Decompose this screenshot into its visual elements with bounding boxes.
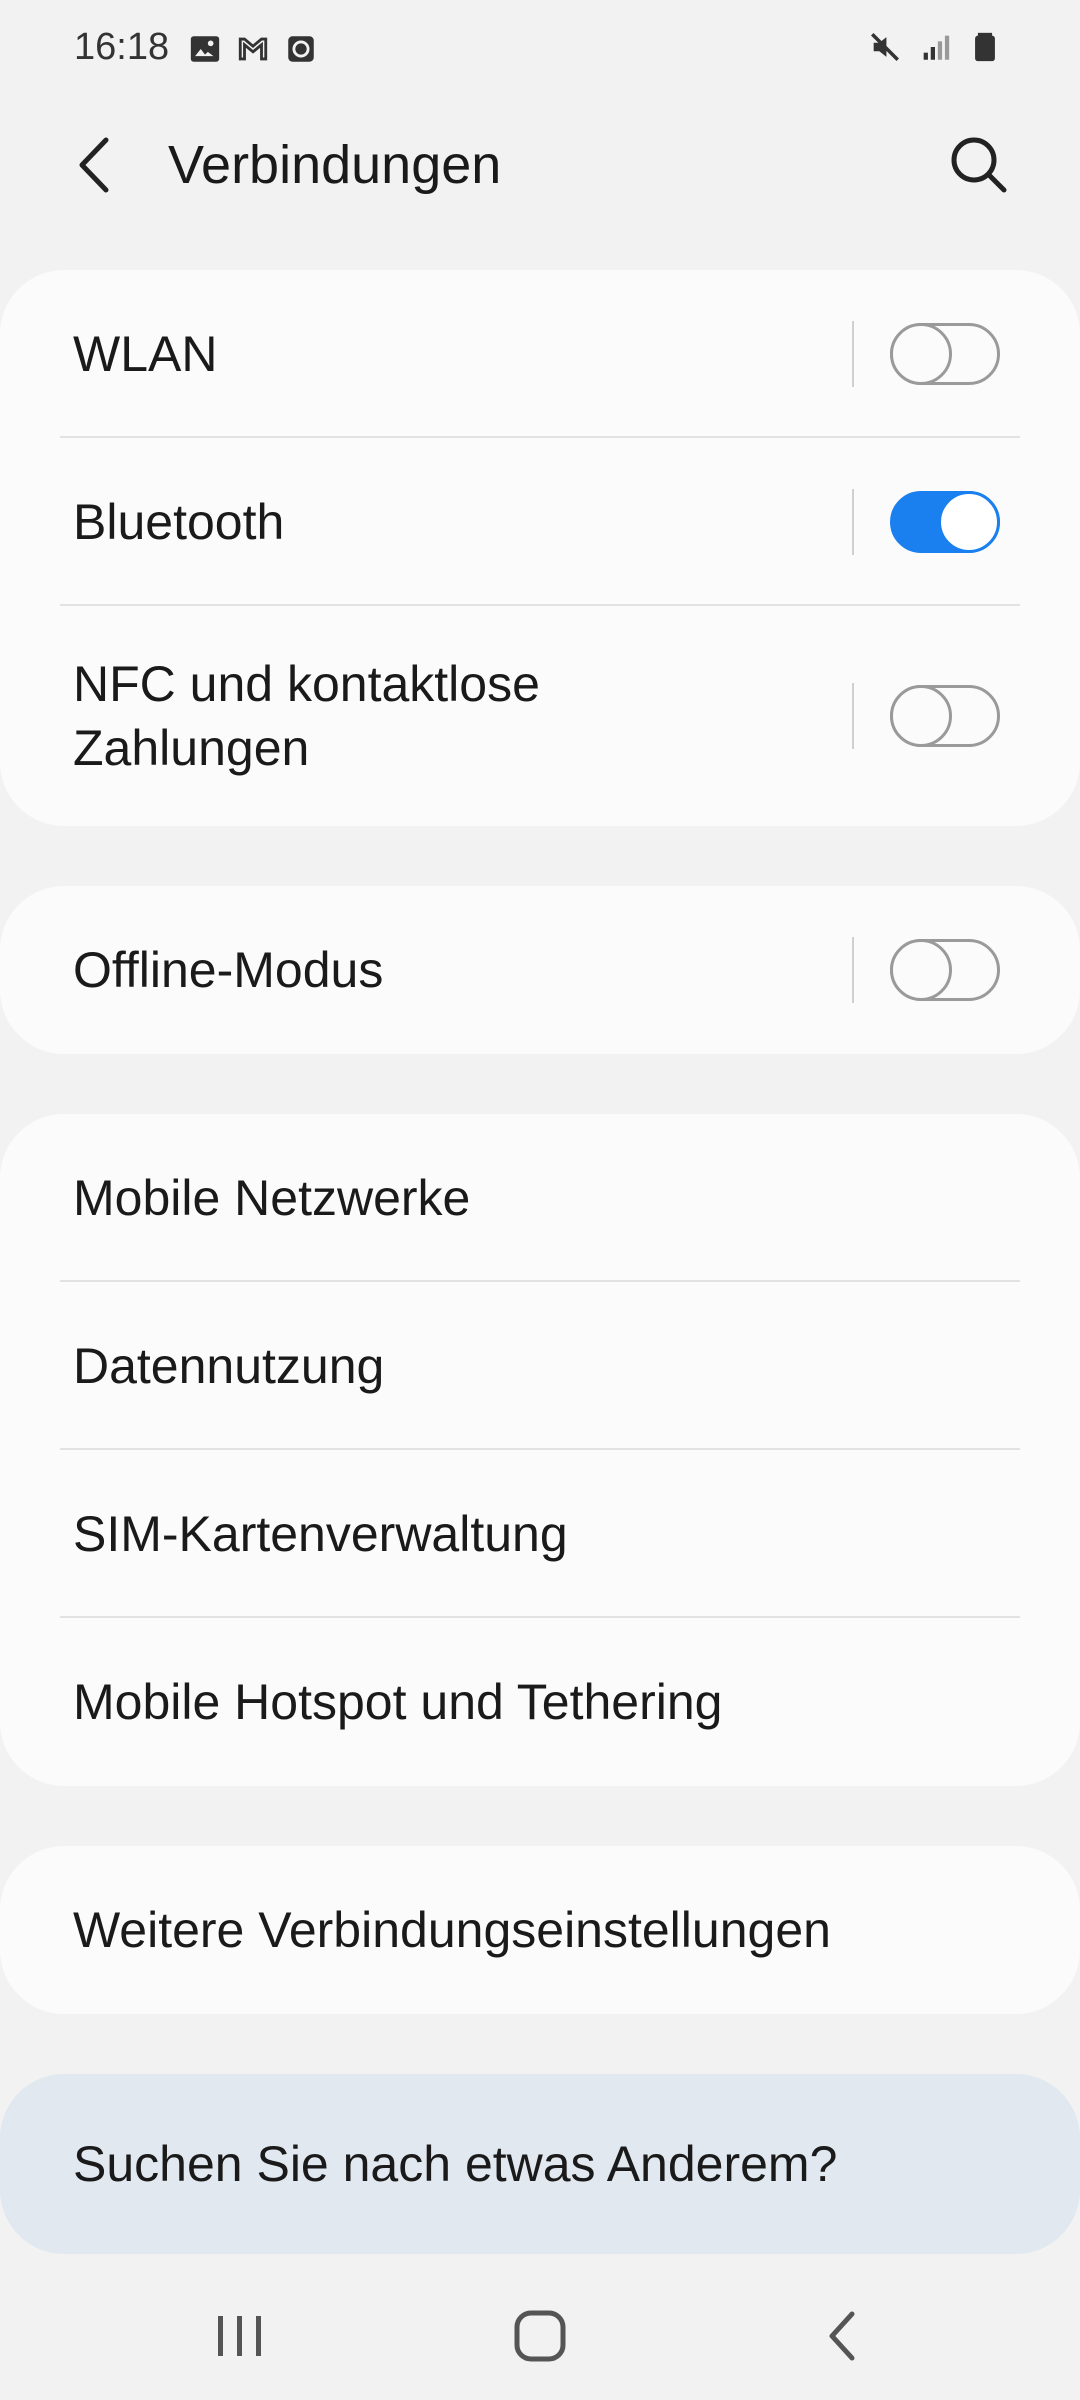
toggle-knob <box>890 685 952 747</box>
sim-manager-label: SIM-Kartenverwaltung <box>73 1506 568 1562</box>
suggestion-row[interactable]: Suchen Sie nach etwas Anderem? <box>0 2074 1080 2254</box>
back-button[interactable] <box>66 130 126 200</box>
search-button[interactable] <box>944 130 1014 200</box>
mobile-networks-label: Mobile Netzwerke <box>73 1170 471 1226</box>
more-settings-card: Weitere Verbindungseinstellungen <box>0 1846 1080 2014</box>
bluetooth-label: Bluetooth <box>73 494 285 550</box>
offline-mode-label: Offline-Modus <box>73 942 384 998</box>
battery-icon <box>975 32 995 62</box>
gallery-icon <box>190 36 220 62</box>
hotspot-tethering-row[interactable]: Mobile Hotspot und Tethering <box>0 1618 1080 1786</box>
more-connection-settings-row[interactable]: Weitere Verbindungseinstellungen <box>0 1846 1080 2014</box>
more-connection-settings-label: Weitere Verbindungseinstellungen <box>73 1902 831 1958</box>
toggle-knob <box>890 939 952 1001</box>
nav-back-icon <box>829 2311 855 2361</box>
nfc-toggle[interactable] <box>890 685 1000 747</box>
row-separator <box>852 489 854 555</box>
toggle-knob <box>938 491 1000 553</box>
offline-mode-toggle[interactable] <box>890 939 1000 1001</box>
row-separator <box>852 937 854 1003</box>
offline-card: Offline-Modus <box>0 886 1080 1054</box>
nfc-label: NFC und kontaktlose Zahlungen <box>73 656 540 776</box>
hotspot-tethering-label: Mobile Hotspot und Tethering <box>73 1674 723 1730</box>
recents-button[interactable] <box>200 2296 280 2376</box>
gmail-icon <box>238 37 268 61</box>
data-usage-label: Datennutzung <box>73 1338 385 1394</box>
mute-icon <box>870 32 900 62</box>
network-card: Mobile Netzwerke Datennutzung SIM-Karten… <box>0 1114 1080 1786</box>
suggestion-label: Suchen Sie nach etwas Anderem? <box>73 2136 838 2192</box>
status-bar: 16:18 <box>0 0 1080 100</box>
status-time: 16:18 <box>74 26 170 68</box>
home-button[interactable] <box>500 2296 580 2376</box>
mobile-networks-row[interactable]: Mobile Netzwerke <box>0 1114 1080 1282</box>
bluetooth-toggle[interactable] <box>890 491 1000 553</box>
row-separator <box>852 683 854 749</box>
navigation-bar <box>0 2260 1080 2400</box>
wlan-label: WLAN <box>73 326 218 382</box>
signal-icon <box>923 35 950 60</box>
sim-manager-row[interactable]: SIM-Kartenverwaltung <box>0 1450 1080 1618</box>
nav-back-button[interactable] <box>804 2296 884 2376</box>
bluetooth-row[interactable]: Bluetooth <box>0 438 1080 606</box>
recents-icon <box>218 2316 261 2356</box>
toggle-knob <box>890 323 952 385</box>
page-title: Verbindungen <box>168 135 502 195</box>
wlan-toggle[interactable] <box>890 323 1000 385</box>
home-icon <box>514 2310 566 2362</box>
clock-app-icon <box>288 36 314 62</box>
suggestion-card: Suchen Sie nach etwas Anderem? <box>0 2074 1080 2254</box>
row-separator <box>852 321 854 387</box>
offline-mode-row[interactable]: Offline-Modus <box>0 886 1080 1054</box>
connectivity-card: WLAN Bluetooth NFC und kontaktlose Zahlu… <box>0 270 1080 826</box>
data-usage-row[interactable]: Datennutzung <box>0 1282 1080 1450</box>
search-icon <box>951 137 1007 193</box>
app-header: Verbindungen <box>0 100 1080 230</box>
wlan-row[interactable]: WLAN <box>0 270 1080 438</box>
chevron-left-icon <box>79 137 109 193</box>
nfc-row[interactable]: NFC und kontaktlose Zahlungen <box>0 606 1080 826</box>
